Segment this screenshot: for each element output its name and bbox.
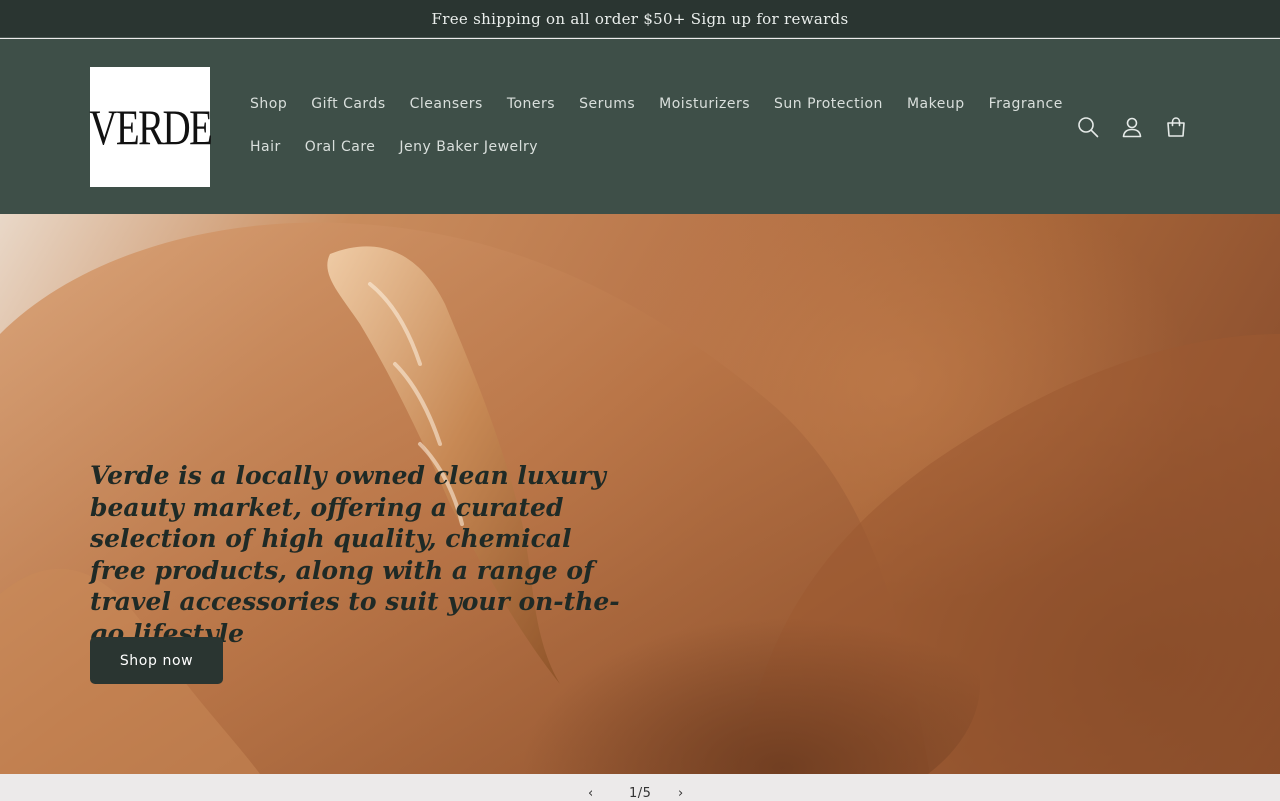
logo-text: VERDE	[88, 99, 213, 155]
nav-item-hair[interactable]: Hair	[238, 139, 293, 155]
slider-prev-button[interactable]: ‹	[588, 786, 593, 801]
cart-icon	[1167, 117, 1185, 137]
cart-button[interactable]	[1158, 105, 1194, 149]
logo[interactable]: VERDE	[88, 67, 213, 187]
shop-now-button[interactable]: Shop now	[90, 637, 223, 684]
nav-item-oral-care[interactable]: Oral Care	[293, 139, 388, 155]
nav-item-shop[interactable]: Shop	[238, 96, 299, 112]
site-header: VERDE Shop Gift Cards Cleansers Toners S…	[0, 39, 1280, 214]
nav-item-toners[interactable]: Toners	[495, 96, 567, 112]
account-icon	[1122, 117, 1142, 138]
slider-controls: ‹ 1/5 ›	[0, 774, 1280, 801]
nav-item-jeny-baker-jewelry[interactable]: Jeny Baker Jewelry	[387, 139, 550, 155]
nav-item-makeup[interactable]: Makeup	[895, 96, 977, 112]
nav-item-serums[interactable]: Serums	[567, 96, 647, 112]
slider-counter: 1/5	[629, 786, 652, 801]
nav-item-cleansers[interactable]: Cleansers	[398, 96, 495, 112]
search-icon	[1078, 117, 1099, 138]
nav-item-gift-cards[interactable]: Gift Cards	[299, 96, 397, 112]
nav-item-sun-protection[interactable]: Sun Protection	[762, 96, 895, 112]
account-button[interactable]	[1114, 105, 1150, 149]
main-nav: Shop Gift Cards Cleansers Toners Serums …	[238, 39, 1062, 214]
search-button[interactable]	[1070, 105, 1106, 149]
slider-next-button[interactable]: ›	[678, 786, 683, 801]
nav-row-1: Shop Gift Cards Cleansers Toners Serums …	[238, 89, 1075, 119]
announcement-bar: Free shipping on all order $50+ Sign up …	[0, 0, 1280, 38]
announcement-text[interactable]: Free shipping on all order $50+ Sign up …	[432, 10, 849, 28]
header-icons	[1070, 105, 1194, 149]
nav-item-fragrance[interactable]: Fragrance	[977, 96, 1075, 112]
nav-row-2: Hair Oral Care Jeny Baker Jewelry	[238, 132, 550, 162]
nav-item-moisturizers[interactable]: Moisturizers	[647, 96, 762, 112]
hero-banner: Verde is a locally owned clean luxury be…	[0, 214, 1280, 774]
hero-heading: Verde is a locally owned clean luxury be…	[90, 461, 620, 648]
